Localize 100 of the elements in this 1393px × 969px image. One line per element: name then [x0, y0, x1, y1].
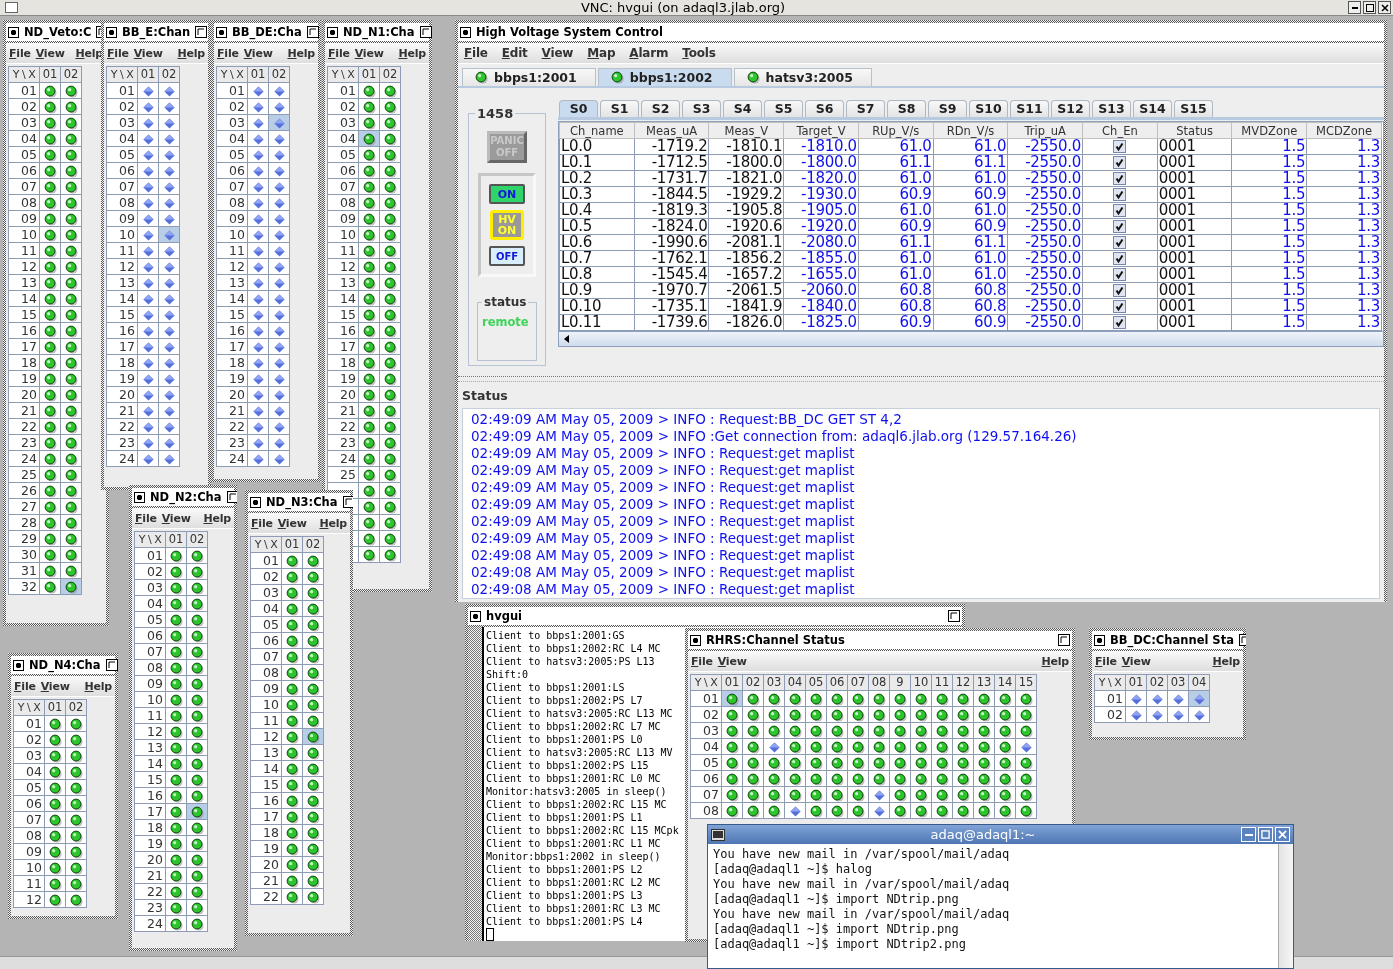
window-menu-icon[interactable] — [134, 491, 145, 503]
maximize-icon[interactable] — [342, 496, 353, 508]
menu-item[interactable]: File — [9, 46, 31, 60]
checkbox[interactable] — [1113, 188, 1127, 201]
menu-item[interactable]: Help — [1212, 654, 1240, 668]
window-menu-icon[interactable] — [106, 26, 117, 38]
window-menu-icon[interactable] — [13, 659, 24, 671]
menu-item[interactable]: Help — [398, 46, 426, 60]
maximize-button[interactable] — [1363, 1, 1376, 14]
menu-item[interactable]: File — [14, 679, 36, 693]
window-menu-icon[interactable] — [690, 634, 701, 646]
host-tab[interactable]: hatsv3:2005 — [733, 68, 872, 86]
menu-item[interactable]: File — [1095, 654, 1117, 668]
maximize-icon[interactable] — [1058, 634, 1070, 646]
slot-tab[interactable]: S13 — [1092, 100, 1131, 117]
menu-item[interactable]: View — [354, 46, 384, 60]
slot-tab[interactable]: S2 — [641, 100, 680, 117]
menu-item[interactable]: View — [541, 46, 574, 60]
minimize-button[interactable] — [1348, 1, 1361, 14]
menu-item[interactable]: Alarm — [629, 46, 669, 60]
menu-item[interactable]: File — [464, 46, 488, 60]
slot-tab[interactable]: S8 — [887, 100, 926, 117]
menu-item[interactable]: Map — [587, 46, 616, 60]
menu-item[interactable]: Help — [84, 679, 112, 693]
menu-item[interactable]: View — [35, 46, 65, 60]
menu-item[interactable]: Edit — [501, 46, 528, 60]
menu-item[interactable]: File — [691, 654, 713, 668]
checkbox[interactable] — [1113, 220, 1127, 233]
menu-item[interactable]: File — [217, 46, 239, 60]
menu-item[interactable]: View — [277, 516, 307, 530]
column-header[interactable]: Target_V — [783, 122, 859, 139]
window-menu-icon[interactable] — [327, 26, 338, 38]
menu-item[interactable]: File — [135, 511, 157, 525]
menu-item[interactable]: View — [1121, 654, 1151, 668]
menu-item[interactable]: File — [251, 516, 273, 530]
menu-item[interactable]: View — [161, 511, 191, 525]
maximize-icon[interactable] — [419, 26, 432, 38]
scroll-left-icon[interactable] — [562, 334, 572, 344]
checkbox[interactable] — [1113, 204, 1127, 217]
slot-tab[interactable]: S5 — [764, 100, 803, 117]
checkbox[interactable] — [1113, 236, 1127, 249]
maximize-icon[interactable] — [306, 26, 319, 38]
window-menu-icon[interactable] — [8, 26, 19, 38]
host-tab[interactable]: bbps1:2001 — [462, 68, 596, 86]
column-header[interactable]: MCDZone — [1306, 122, 1382, 139]
close-button[interactable] — [1378, 1, 1391, 14]
checkbox[interactable] — [1113, 156, 1127, 169]
menu-item[interactable]: Help — [319, 516, 347, 530]
maximize-icon[interactable] — [226, 491, 237, 503]
window-menu-icon[interactable] — [216, 26, 227, 38]
slot-tab[interactable]: S14 — [1133, 100, 1172, 117]
column-header[interactable]: RUp_V/s — [858, 122, 934, 139]
menu-item[interactable]: View — [133, 46, 163, 60]
horizontal-scrollbar[interactable] — [558, 332, 1384, 347]
column-header[interactable]: Status — [1157, 122, 1232, 139]
slot-tab[interactable]: S1 — [600, 100, 639, 117]
vertical-scrollbar[interactable] — [1278, 844, 1293, 968]
slot-tab[interactable]: S7 — [846, 100, 885, 117]
column-header[interactable]: Trip_uA — [1007, 122, 1083, 139]
column-header[interactable]: Ch_En — [1082, 122, 1158, 139]
menu-item[interactable]: File — [107, 46, 129, 60]
menu-item[interactable]: View — [717, 654, 747, 668]
menu-item[interactable]: Help — [177, 46, 205, 60]
slot-tab[interactable]: S10 — [969, 100, 1008, 117]
host-tab[interactable]: bbps1:2002 — [597, 68, 732, 86]
window-menu-icon[interactable] — [460, 26, 471, 38]
column-header[interactable]: Meas_V — [708, 122, 784, 139]
checkbox[interactable] — [1113, 284, 1127, 297]
window-menu-icon[interactable] — [250, 496, 261, 508]
menu-item[interactable]: File — [328, 46, 350, 60]
on-button[interactable]: ON — [489, 184, 525, 204]
slot-tab[interactable]: S3 — [682, 100, 721, 117]
maximize-icon[interactable] — [195, 26, 208, 38]
maximize-icon[interactable] — [948, 610, 960, 622]
menu-item[interactable]: Tools — [682, 46, 716, 60]
slot-tab[interactable]: S0 — [559, 100, 598, 117]
column-header[interactable]: Meas_uA — [634, 122, 709, 139]
checkbox[interactable] — [1113, 172, 1127, 185]
checkbox[interactable] — [1113, 268, 1127, 281]
off-button[interactable]: OFF — [489, 246, 525, 266]
column-header[interactable]: MVDZone — [1231, 122, 1307, 139]
slot-tab[interactable]: S6 — [805, 100, 844, 117]
slot-tab[interactable]: S15 — [1174, 100, 1213, 117]
menu-item[interactable]: View — [243, 46, 273, 60]
checkbox[interactable] — [1113, 300, 1127, 313]
slot-tab[interactable]: S11 — [1010, 100, 1049, 117]
column-header[interactable]: Ch_name — [559, 122, 635, 139]
checkbox[interactable] — [1113, 252, 1127, 265]
slot-tab[interactable]: S4 — [723, 100, 762, 117]
menu-item[interactable]: Help — [203, 511, 231, 525]
window-menu-icon[interactable] — [470, 610, 481, 622]
window-menu-icon[interactable] — [1094, 634, 1105, 646]
slot-tab[interactable]: S9 — [928, 100, 967, 117]
maximize-icon[interactable] — [105, 659, 118, 671]
column-header[interactable]: RDn_V/s — [933, 122, 1008, 139]
slot-tab[interactable]: S12 — [1051, 100, 1090, 117]
menu-item[interactable]: View — [40, 679, 70, 693]
checkbox[interactable] — [1113, 316, 1127, 329]
menu-item[interactable]: Help — [287, 46, 315, 60]
checkbox[interactable] — [1113, 140, 1127, 153]
